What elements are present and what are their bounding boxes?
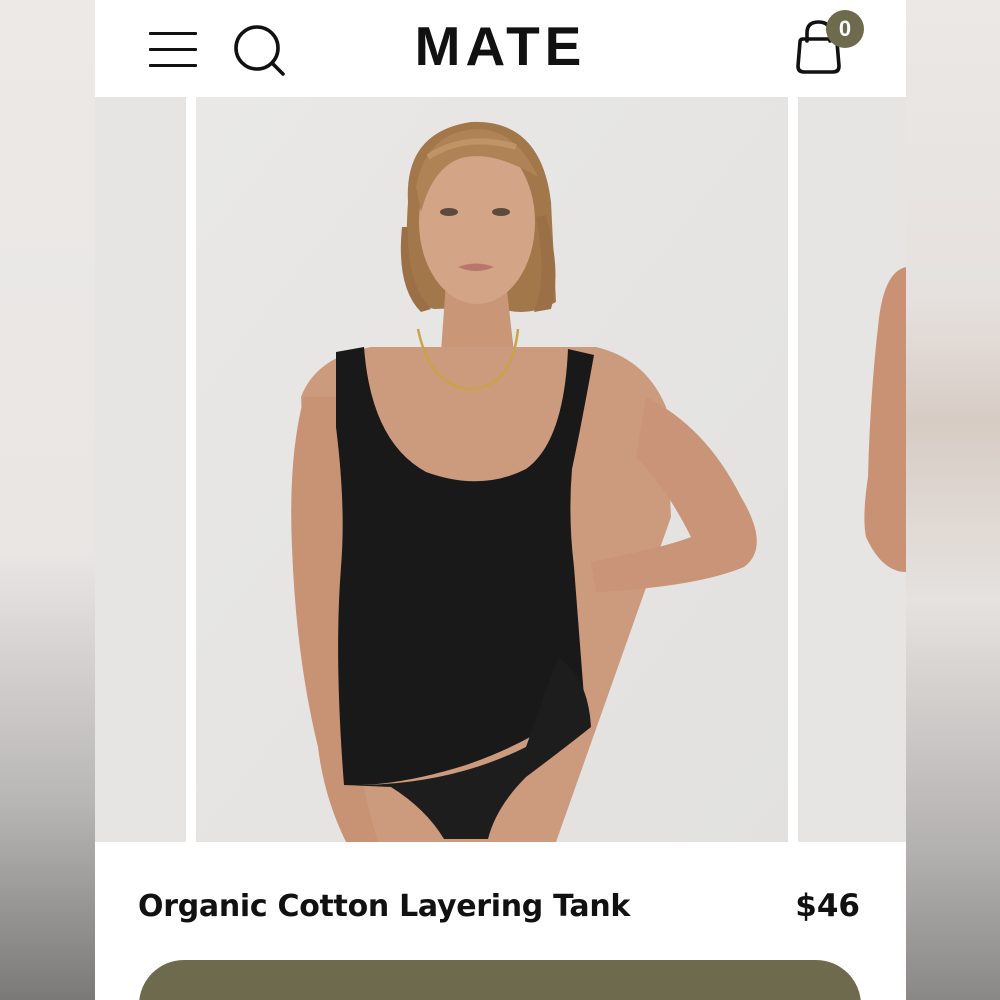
brand-logo[interactable]: MATE xyxy=(95,14,906,78)
add-to-cart-button[interactable] xyxy=(139,960,861,1000)
gallery-slide-main[interactable] xyxy=(196,97,788,842)
product-info: Organic Cotton Layering Tank $46 xyxy=(95,842,906,1000)
backdrop-left xyxy=(0,0,95,1000)
cart-count-badge: 0 xyxy=(826,10,864,48)
cart-count: 0 xyxy=(838,16,852,41)
product-photo xyxy=(196,97,788,842)
site-header: MATE 0 xyxy=(95,0,906,97)
product-price: $46 xyxy=(795,888,860,924)
product-image-gallery[interactable] xyxy=(95,97,906,842)
backdrop-right xyxy=(906,0,1000,1000)
gallery-slide-previous[interactable] xyxy=(95,97,186,842)
gallery-slide-next[interactable] xyxy=(798,97,906,842)
product-title: Organic Cotton Layering Tank xyxy=(138,889,631,924)
next-product-photo-preview xyxy=(798,97,906,842)
mobile-page: MATE 0 Organic Cotton Layering Tank $46 xyxy=(95,0,906,1000)
